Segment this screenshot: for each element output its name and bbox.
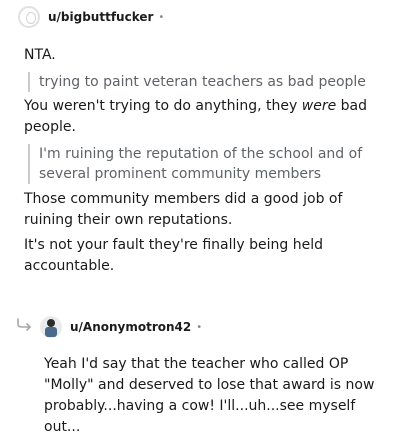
avatar[interactable] <box>18 6 40 28</box>
comment-paragraph: You weren't trying to do anything, they … <box>24 96 374 138</box>
reply-arrow-icon <box>17 318 31 331</box>
blockquote: I'm ruining the reputation of the school… <box>28 144 368 184</box>
comment-paragraph: Those community members did a good job o… <box>24 191 343 228</box>
avatar[interactable] <box>40 316 62 338</box>
comment-header: u/bigbuttfucker • <box>18 6 164 28</box>
blockquote: trying to paint veteran teachers as bad … <box>28 72 368 92</box>
separator-dot: • <box>158 11 165 23</box>
comment-paragraph: NTA. <box>24 47 56 63</box>
reply-body: Yeah I'd say that the teacher who called… <box>44 356 375 435</box>
username-link[interactable]: u/bigbuttfucker <box>48 10 153 24</box>
comment-paragraph: It's not your fault they're finally bein… <box>24 237 323 274</box>
comment-header: u/Anonymotron42 • <box>40 316 202 338</box>
paragraph-text: You weren't trying to do anything, they <box>24 98 302 114</box>
username-link[interactable]: u/Anonymotron42 <box>70 320 191 334</box>
emphasis-text: were <box>301 98 337 114</box>
separator-dot: • <box>196 321 203 333</box>
